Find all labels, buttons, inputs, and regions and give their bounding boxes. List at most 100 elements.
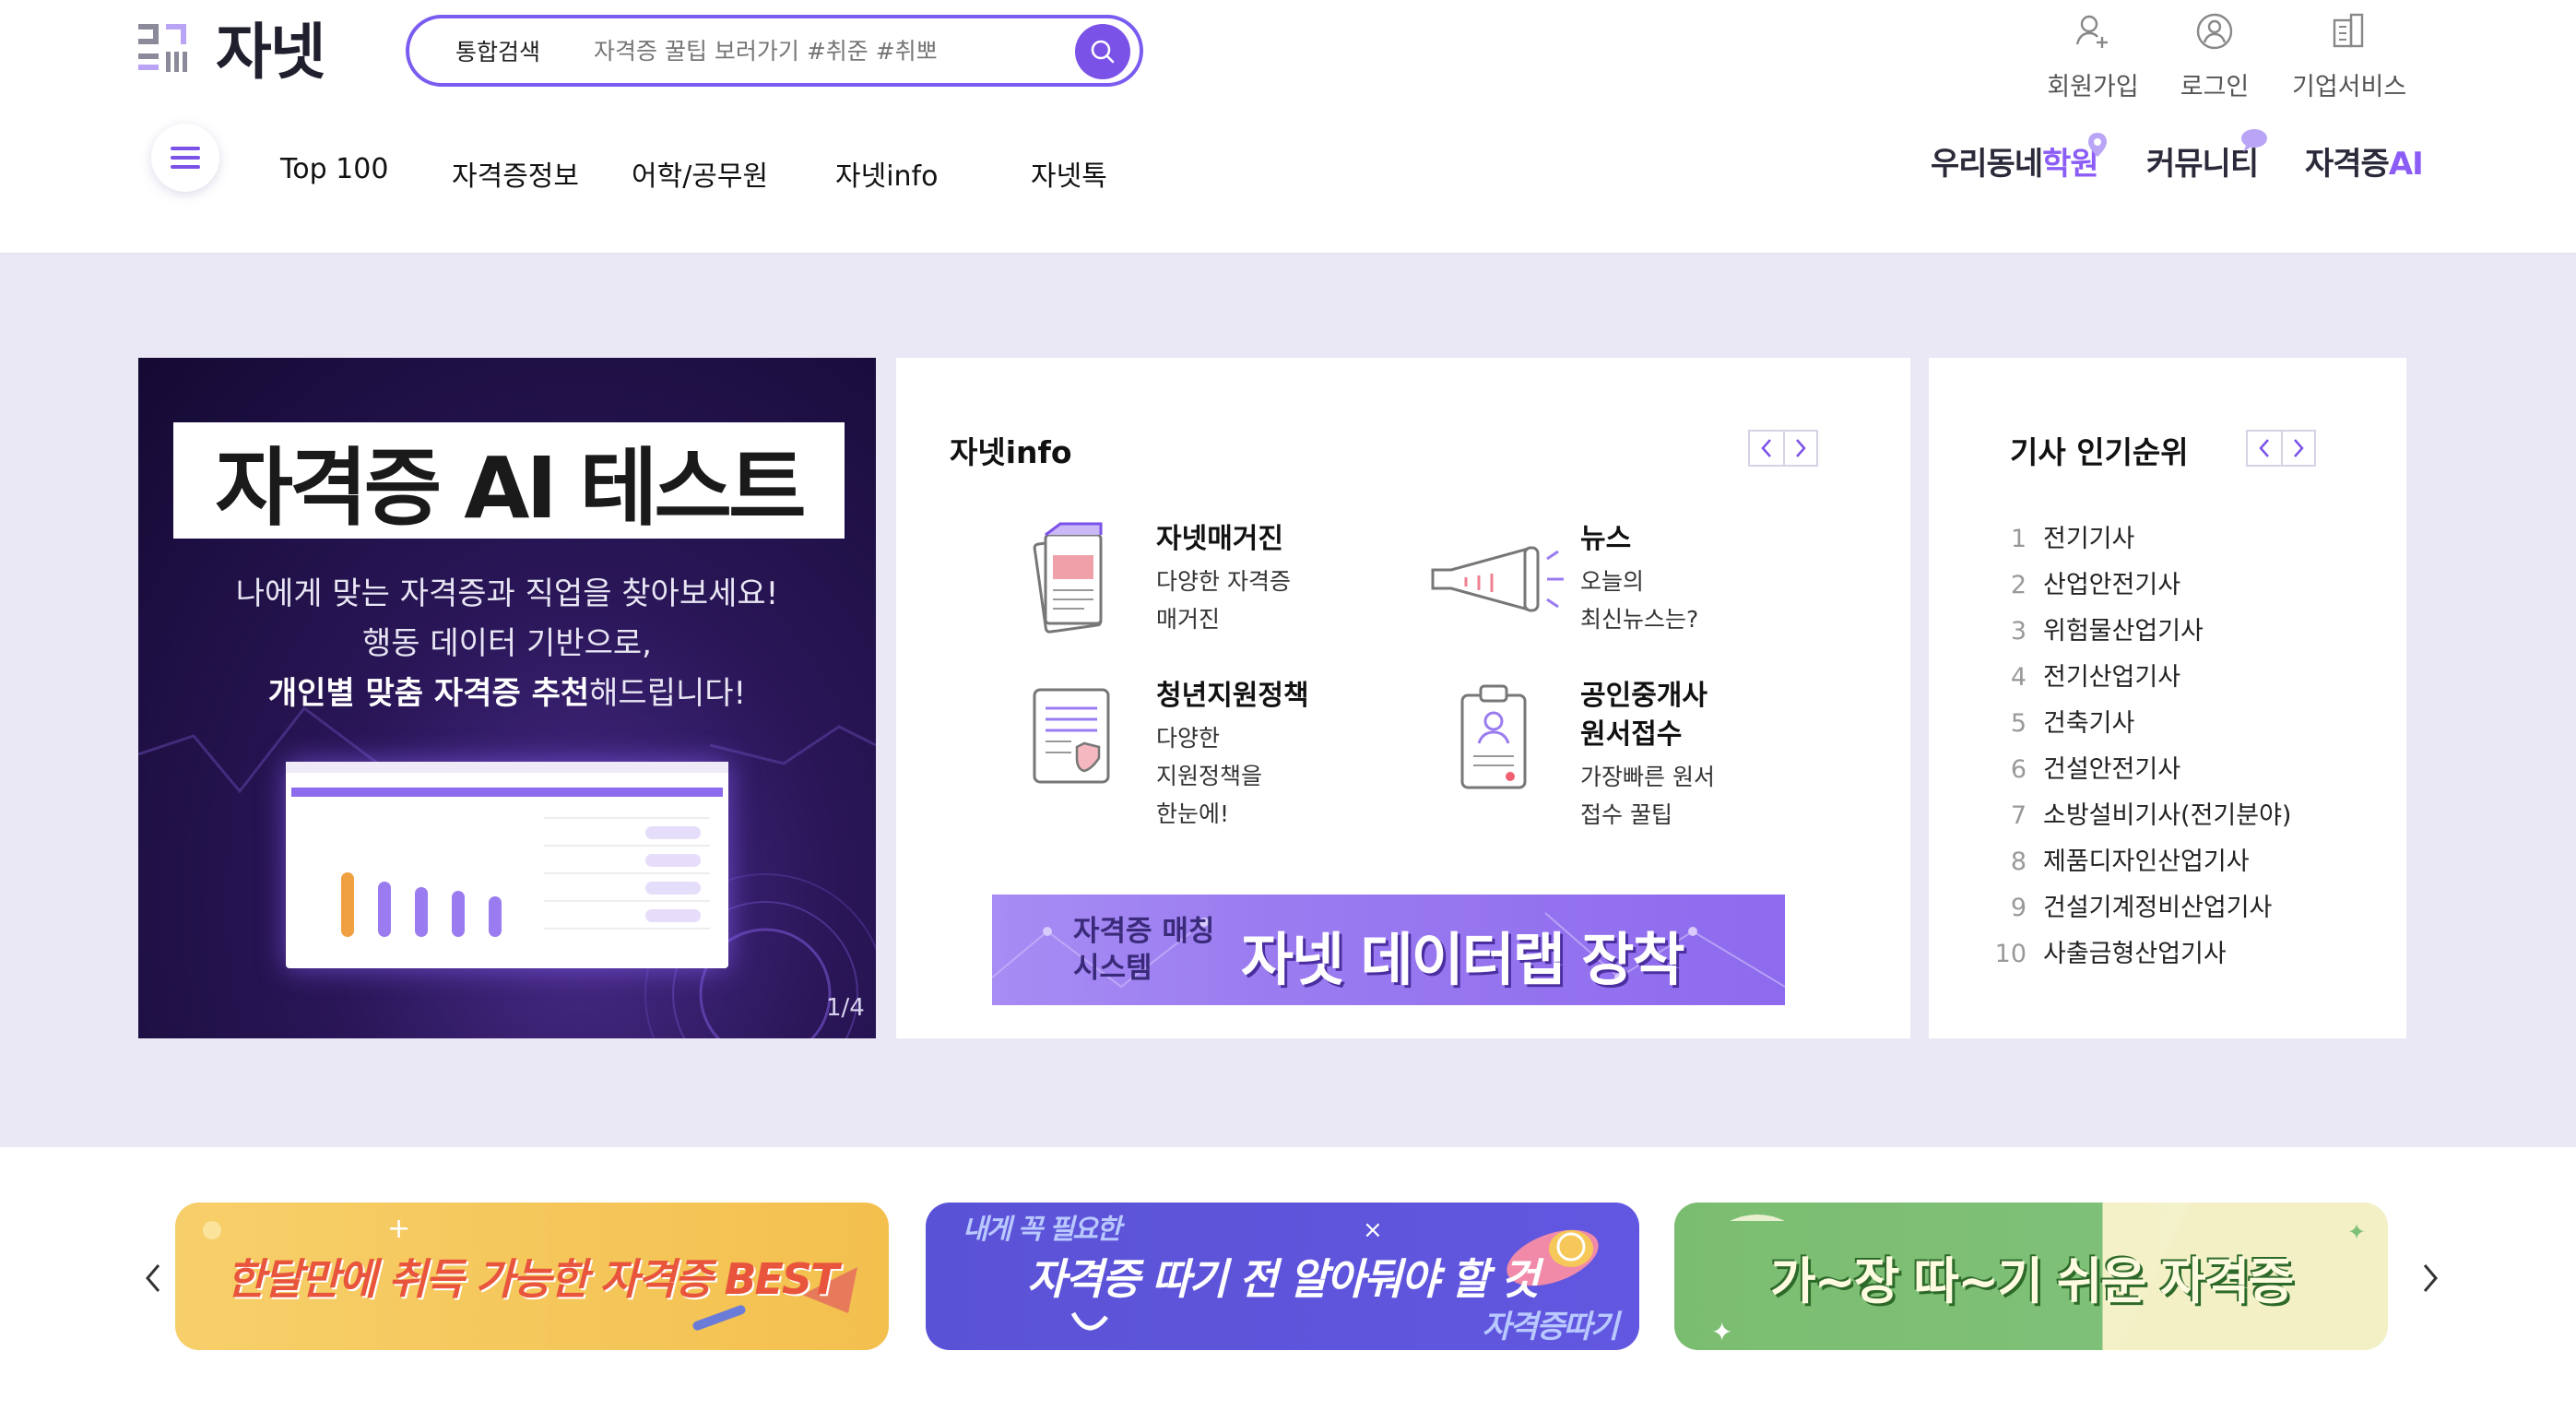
banner-title-box: 자격증 AI 테스트	[173, 422, 845, 539]
svg-text:×: ×	[1363, 1216, 1383, 1244]
business-service-label: 기업서비스	[2292, 73, 2407, 101]
megaphone-icon	[1431, 546, 1564, 612]
datalab-banner[interactable]: 자격증 매칭 시스템 자넷 데이터랩 장착	[992, 895, 1785, 1005]
ranking-prev-button[interactable]	[2248, 432, 2281, 465]
cert-ai-link[interactable]: 자격증AI	[2305, 138, 2424, 184]
ranking-item[interactable]: 8 제품디자인산업기사	[1990, 841, 2250, 877]
chevron-left-icon	[146, 1264, 160, 1292]
info-item-desc-line: 매거진	[1156, 606, 1221, 633]
nav-janet-talk[interactable]: 자넷톡	[1031, 153, 1107, 194]
ranking-item[interactable]: 4 전기산업기사	[1990, 657, 2180, 693]
chevron-left-icon	[2259, 439, 2269, 457]
ai-test-banner[interactable]: 자격증 AI 테스트 나에게 맞는 자격증과 직업을 찾아보세요! 행동 데이터…	[138, 358, 876, 1038]
promo-banner-before-cert[interactable]: × 내게 꼭 필요한 자격증 따기 전 알아둬야 할 것 자격증따기	[926, 1203, 1639, 1350]
building-icon	[2333, 13, 2364, 48]
info-next-button[interactable]	[1783, 432, 1816, 465]
info-item-desc-line: 접수 꿀팁	[1580, 801, 1672, 828]
promo-easy-cert-text: 가~장 따~기 쉬운 자격증	[1769, 1251, 2294, 1310]
cert-ai-label: 자격증	[2305, 146, 2390, 183]
ranking-item-label: 위험물산업기사	[2043, 617, 2204, 646]
promo-prev-button[interactable]	[135, 1260, 171, 1297]
community-link[interactable]: 커뮤니티	[2146, 129, 2267, 184]
application-clipboard-icon	[1460, 684, 1527, 789]
info-item-title: 청년지원정책	[1156, 680, 1309, 712]
ranking-item[interactable]: 1 전기기사	[1990, 518, 2135, 554]
policy-document-icon	[1033, 688, 1110, 784]
nav-cert-info[interactable]: 자격증정보	[452, 153, 579, 194]
info-item-realtor-application[interactable]: 공인중개사 원서접수 가장빠른 원서 접수 꿀팁	[1580, 677, 1715, 834]
business-service-link[interactable]: 기업서비스	[2292, 11, 2407, 103]
nav-top100[interactable]: Top 100	[280, 153, 388, 185]
search-button[interactable]	[1075, 24, 1130, 79]
signup-label: 회원가입	[2047, 73, 2139, 101]
ranking-item[interactable]: 6 건설안전기사	[1990, 749, 2180, 785]
banner-title: 자격증 AI 테스트	[215, 438, 806, 538]
banner-line-2: 행동 데이터 기반으로,	[362, 625, 652, 662]
search-category-select[interactable]: 통합검색	[455, 34, 585, 67]
banner-line-3-rest: 해드립니다!	[589, 675, 747, 712]
ranking-item-label: 사출금형산업기사	[2043, 940, 2227, 968]
banner-line-3: 개인별 맞춤 자격증 추천해드립니다!	[138, 668, 876, 713]
chevron-right-icon	[2294, 439, 2304, 457]
search-input[interactable]	[594, 37, 1073, 65]
info-item-desc-line: 다양한 자격증	[1156, 568, 1291, 595]
login-link[interactable]: 로그인	[2159, 11, 2270, 103]
svg-text:+: +	[387, 1213, 410, 1245]
ranking-item-label: 전기산업기사	[2043, 663, 2181, 692]
info-item-title: 뉴스	[1580, 523, 1632, 555]
local-academy-label: 우리동네	[1931, 146, 2043, 183]
ranking-item[interactable]: 5 건축기사	[1990, 703, 2135, 739]
ranking-number: 6	[2010, 755, 2027, 784]
info-item-desc-line: 한눈에!	[1156, 800, 1230, 827]
info-item-magazine[interactable]: 자넷매거진 다양한 자격증 매거진	[1156, 520, 1291, 638]
info-item-youth-policy[interactable]: 청년지원정책 다양한 지원정책을 한눈에!	[1156, 677, 1309, 833]
ranking-item-label: 산업안전기사	[2043, 571, 2181, 599]
ranking-item[interactable]: 10 사출금형산업기사	[1990, 933, 2227, 969]
chat-bubble-icon	[2241, 129, 2267, 152]
ranking-next-button[interactable]	[2281, 432, 2314, 465]
promo-before-cert-sub: 내게 꼭 필요한	[963, 1214, 1121, 1246]
ranking-item-label: 전기기사	[2043, 525, 2135, 553]
ranking-card-title: 기사 인기순위	[2010, 434, 2189, 470]
ranking-item-label: 건축기사	[2043, 709, 2135, 738]
ranking-number: 1	[2010, 525, 2027, 553]
ranking-number: 10	[1994, 940, 2027, 968]
user-circle-icon	[2196, 13, 2233, 50]
info-item-desc-line: 지원정책을	[1156, 763, 1263, 789]
nav-janet-info[interactable]: 자넷info	[835, 153, 938, 194]
promo-next-button[interactable]	[2412, 1260, 2449, 1297]
promo-best-text: 한달만에 취득 가능한 자격증 BEST	[226, 1254, 840, 1304]
promo-banner-best[interactable]: + 한달만에 취득 가능한 자격증 BEST	[175, 1203, 889, 1350]
promo-banner-easy-cert[interactable]: ✦ ✦ 가~장 따~기 쉬운 자격증	[1674, 1203, 2388, 1350]
chevron-right-icon	[2423, 1264, 2438, 1292]
banner-screenshot-mockup	[286, 762, 728, 968]
ranking-number: 2	[2010, 571, 2027, 599]
site-logo[interactable]: 자넷	[138, 9, 360, 88]
banner-line-3-bold: 개인별 맞춤 자격증 추천	[267, 675, 590, 712]
banner-line-1: 나에게 맞는 자격증과 직업을 찾아보세요!	[235, 575, 779, 612]
hamburger-menu-button[interactable]	[151, 124, 219, 192]
ranking-item-label: 건설기계정비산업기사	[2043, 894, 2273, 922]
svg-text:✦: ✦	[2347, 1219, 2366, 1245]
ranking-item[interactable]: 2 산업안전기사	[1990, 564, 2180, 600]
signup-link[interactable]: 회원가입	[2038, 11, 2148, 103]
info-item-title: 자넷매거진	[1156, 523, 1283, 555]
logo-mark-icon	[138, 24, 187, 72]
ranking-item[interactable]: 7 소방설비기사(전기분야)	[1990, 795, 2292, 831]
info-card-title: 자넷info	[950, 434, 1072, 470]
chevron-right-icon	[1796, 439, 1806, 457]
search-bar: 통합검색	[406, 15, 1143, 87]
banner-page-indicator: 1/4	[826, 994, 865, 1022]
nav-language-civil[interactable]: 어학/공무원	[632, 153, 768, 194]
info-item-desc-line: 오늘의	[1580, 568, 1645, 595]
ranking-item[interactable]: 3 위험물산업기사	[1990, 610, 2204, 646]
ranking-number: 7	[2010, 801, 2027, 830]
datalab-subtitle-line: 자격증 매칭	[1073, 915, 1215, 948]
info-item-news[interactable]: 뉴스 오늘의 최신뉴스는?	[1580, 520, 1698, 638]
search-icon	[1091, 40, 1115, 64]
info-prev-button[interactable]	[1750, 432, 1783, 465]
local-academy-link[interactable]: 우리동네학원	[1931, 133, 2107, 184]
mockup-chart-image	[286, 762, 728, 937]
ranking-number: 3	[2010, 617, 2027, 646]
ranking-item[interactable]: 9 건설기계정비산업기사	[1990, 887, 2273, 923]
